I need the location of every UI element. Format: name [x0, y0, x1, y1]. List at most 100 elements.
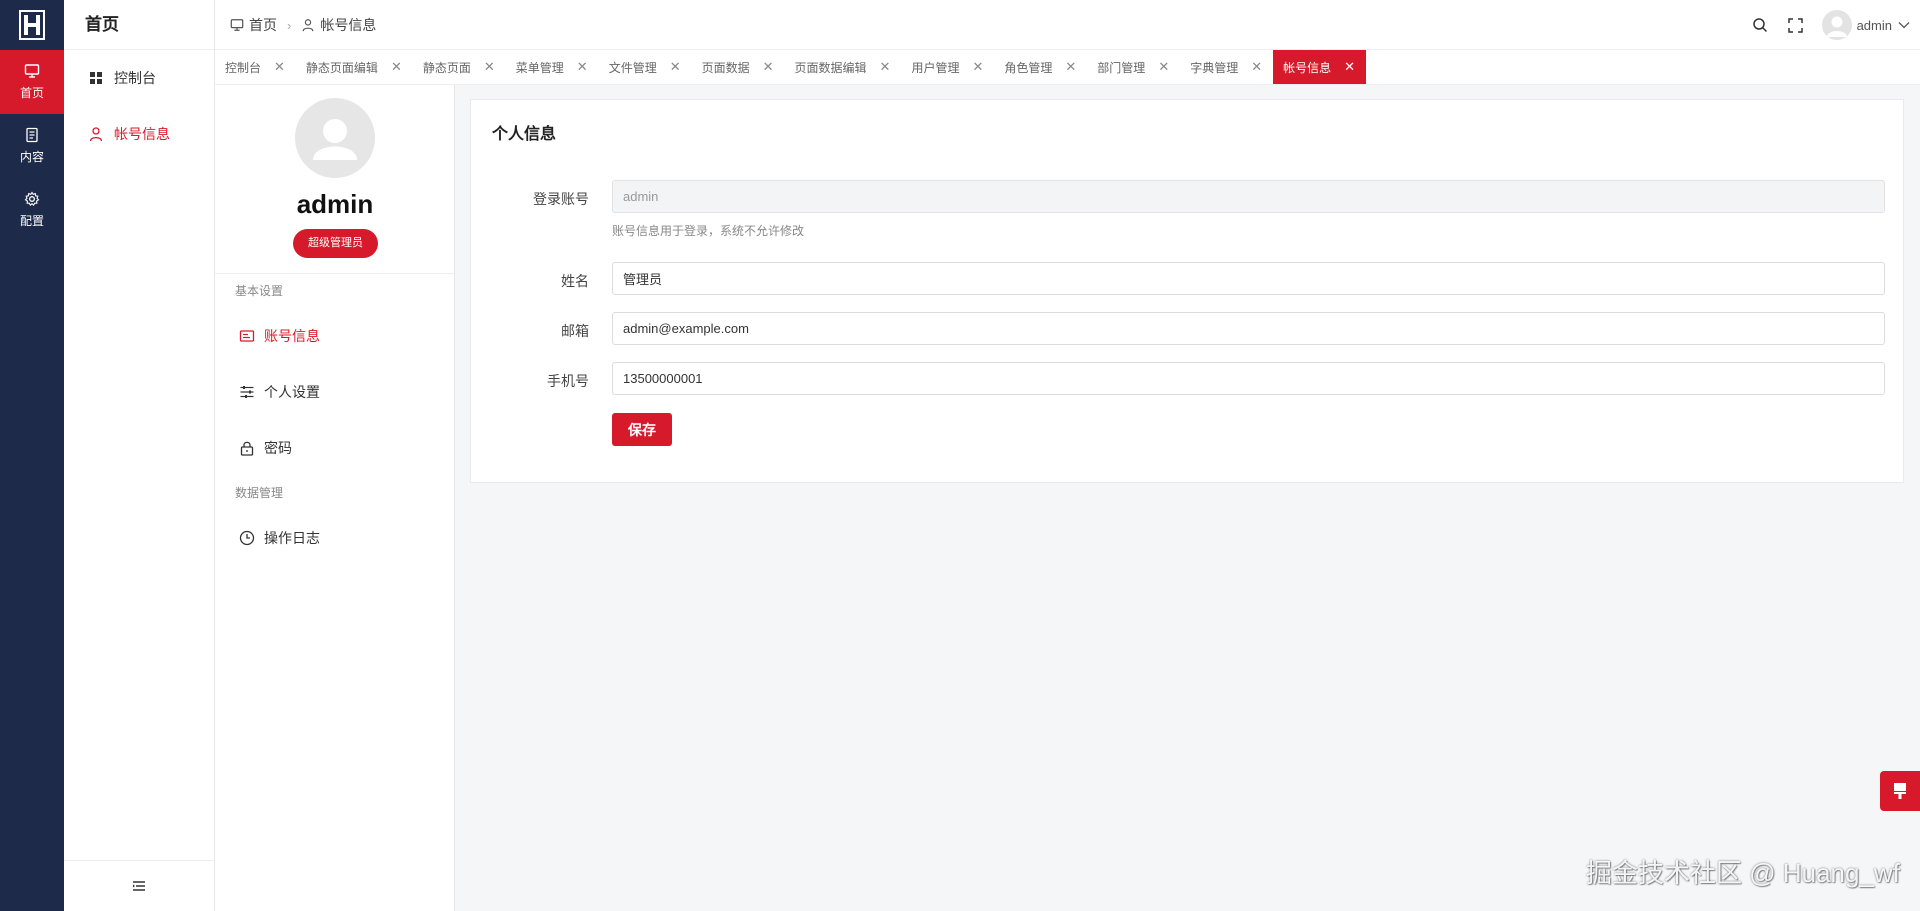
- rail-item-label: 内容: [19, 150, 44, 164]
- menu-item-label: 帐号信息: [114, 126, 170, 142]
- search-button[interactable]: [1742, 7, 1778, 43]
- tab-page-data-edit[interactable]: 页面数据编辑 ✕: [785, 50, 902, 84]
- tab-label: 静态页面: [422, 60, 471, 75]
- avatar[interactable]: [1821, 10, 1852, 40]
- tab-user-management[interactable]: 用户管理 ✕: [901, 50, 994, 84]
- tab-label: 菜单管理: [515, 60, 564, 75]
- close-icon[interactable]: ✕: [1065, 59, 1076, 75]
- card-title: 个人信息: [492, 126, 557, 143]
- app-logo[interactable]: [0, 0, 64, 50]
- header-actions: admin: [1742, 0, 1910, 50]
- close-icon[interactable]: ✕: [1158, 59, 1169, 75]
- tab-static-page[interactable]: 静态页面 ✕: [413, 50, 506, 84]
- name-label: 姓名: [561, 273, 589, 289]
- tab-role-management[interactable]: 角色管理 ✕: [994, 50, 1087, 84]
- tab-dashboard[interactable]: 控制台 ✕: [215, 50, 296, 84]
- close-icon[interactable]: ✕: [880, 59, 891, 75]
- email-field[interactable]: [612, 312, 1885, 345]
- logo-icon: [19, 10, 45, 40]
- profile-item-personal-settings[interactable]: 个人设置: [215, 364, 454, 420]
- tab-account-info[interactable]: 帐号信息 ✕: [1273, 50, 1367, 84]
- phone-field[interactable]: [612, 362, 1885, 395]
- user-icon: [89, 127, 103, 142]
- menu-collapse-icon: [133, 881, 145, 891]
- menu-item-account[interactable]: 帐号信息: [64, 106, 214, 162]
- rail-item-label: 首页: [19, 86, 44, 100]
- close-icon[interactable]: ✕: [577, 59, 588, 75]
- close-icon[interactable]: ✕: [274, 59, 285, 75]
- clock-icon: [239, 530, 255, 546]
- tab-static-page-edit[interactable]: 静态页面编辑 ✕: [296, 50, 413, 84]
- profile-avatar[interactable]: [295, 98, 375, 178]
- profile-item-operation-log[interactable]: 操作日志: [215, 510, 454, 566]
- close-icon[interactable]: ✕: [391, 59, 402, 75]
- user-icon: [302, 19, 314, 32]
- monitor-icon: [230, 19, 244, 31]
- login-account-label: 登录账号: [533, 191, 589, 207]
- rail-item-config[interactable]: 配置: [0, 178, 64, 242]
- close-icon[interactable]: ✕: [484, 59, 495, 75]
- close-icon[interactable]: ✕: [763, 59, 774, 75]
- tab-file-management[interactable]: 文件管理 ✕: [599, 50, 692, 84]
- dashboard-grid-icon: [90, 72, 102, 84]
- login-account-field: [612, 180, 1885, 213]
- fullscreen-icon: [1788, 17, 1803, 33]
- close-icon[interactable]: ✕: [972, 59, 983, 75]
- chevron-down-icon[interactable]: [1898, 21, 1910, 29]
- tab-label: 文件管理: [608, 60, 657, 75]
- breadcrumb-item-home[interactable]: 首页: [249, 15, 277, 35]
- breadcrumb-separator-icon: ›: [287, 17, 292, 33]
- personal-info-card: 个人信息 登录账号 账号信息用于登录，系统不允许修改 姓名 邮箱 手机号 保存: [470, 99, 1904, 483]
- profile-header: admin 超级管理员: [215, 85, 454, 274]
- rail-item-home[interactable]: 首页: [0, 50, 64, 114]
- tab-label: 页面数据: [701, 60, 750, 75]
- breadcrumb: 首页 › 帐号信息: [230, 0, 376, 50]
- close-icon[interactable]: ✕: [1344, 59, 1355, 75]
- login-account-help: 账号信息用于登录，系统不允许修改: [612, 224, 805, 238]
- save-button[interactable]: 保存: [612, 413, 672, 446]
- email-label: 邮箱: [561, 323, 589, 339]
- page-tabs: 控制台 ✕ 静态页面编辑 ✕ 静态页面 ✕ 菜单管理 ✕ 文件管理 ✕ 页面数据 ✕ 页面数…: [215, 50, 1920, 85]
- profile-item-account-info[interactable]: 账号信息: [215, 308, 454, 364]
- sub-menu: 首页 控制台 帐号信息: [64, 0, 215, 911]
- collapse-menu-button[interactable]: [64, 860, 214, 911]
- menu-item-label: 控制台: [114, 70, 156, 86]
- tab-label: 字典管理: [1190, 60, 1239, 75]
- theme-settings-button[interactable]: [1880, 771, 1920, 811]
- role-badge: 超级管理员: [293, 229, 378, 258]
- brush-icon: [1894, 783, 1906, 799]
- profile-item-password[interactable]: 密码: [215, 420, 454, 476]
- fullscreen-button[interactable]: [1778, 7, 1814, 43]
- watermark: 掘金技术社区 @ Huang_wf: [1586, 858, 1900, 888]
- profile-item-label: 操作日志: [264, 530, 320, 546]
- tab-department-management[interactable]: 部门管理 ✕: [1087, 50, 1180, 84]
- document-icon: [26, 127, 38, 143]
- close-icon[interactable]: ✕: [1251, 59, 1262, 75]
- breadcrumb-item-current: 帐号信息: [320, 17, 377, 33]
- tab-label: 帐号信息: [1283, 60, 1332, 75]
- rail-item-content[interactable]: 内容: [0, 114, 64, 178]
- tab-dictionary-management[interactable]: 字典管理 ✕: [1180, 50, 1273, 84]
- gear-icon: [24, 191, 40, 206]
- top-header: 首页 › 帐号信息 admin: [215, 0, 1920, 50]
- app-rail: 首页 内容 配置: [0, 0, 64, 911]
- menu-item-dashboard[interactable]: 控制台: [64, 50, 214, 106]
- tab-label: 部门管理: [1097, 60, 1146, 75]
- search-icon: [1752, 18, 1767, 33]
- close-icon[interactable]: ✕: [670, 59, 681, 75]
- rail-item-label: 配置: [19, 214, 44, 228]
- profile-name: admin: [296, 189, 374, 219]
- name-field[interactable]: [612, 262, 1885, 295]
- tab-page-data[interactable]: 页面数据 ✕: [692, 50, 785, 84]
- profile-item-label: 密码: [264, 440, 292, 456]
- profile-sidebar: admin 超级管理员 基本设置 账号信息 个人设置 密码 数据管理 操作日志: [215, 85, 455, 911]
- profile-item-label: 个人设置: [264, 384, 320, 400]
- avatar-placeholder-icon: [1826, 16, 1847, 37]
- lock-icon: [240, 441, 254, 456]
- sliders-icon: [240, 386, 254, 398]
- user-name[interactable]: admin: [1857, 18, 1892, 33]
- avatar-placeholder-icon: [313, 119, 357, 160]
- group-title-data-management: 数据管理: [235, 486, 284, 500]
- tab-menu-management[interactable]: 菜单管理 ✕: [506, 50, 599, 84]
- monitor-icon: [24, 64, 40, 78]
